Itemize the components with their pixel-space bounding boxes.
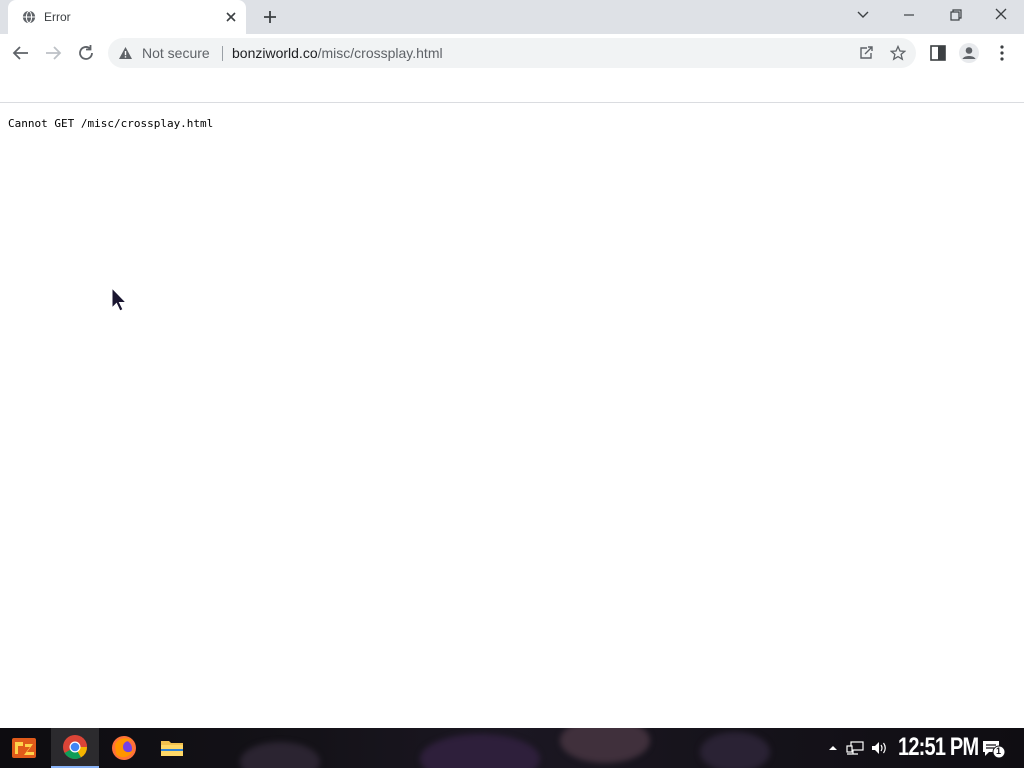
wallpaper-shape — [240, 742, 320, 768]
address-bar[interactable]: Not secure bonziworld.co/misc/crossplay.… — [108, 38, 916, 68]
taskbar-clock[interactable]: 12:51 PM — [898, 733, 979, 762]
taskbar-file-explorer[interactable] — [148, 728, 196, 768]
security-label[interactable]: Not secure — [142, 45, 210, 61]
url-path: /misc/crossplay.html — [317, 45, 443, 61]
notification-center-button[interactable]: 1 — [980, 738, 1008, 760]
wallpaper-shape — [700, 732, 770, 768]
warning-icon[interactable] — [118, 46, 133, 60]
chrome-icon — [63, 735, 87, 760]
error-message: Cannot GET /misc/crossplay.html — [8, 117, 214, 130]
url-text[interactable]: bonziworld.co/misc/crossplay.html — [232, 45, 443, 61]
url-host: bonziworld.co — [232, 45, 318, 61]
chevron-down-icon[interactable] — [849, 4, 877, 26]
arrow-right-icon[interactable] — [42, 42, 64, 64]
bookmarks-bar — [0, 72, 1024, 103]
network-icon[interactable] — [846, 740, 864, 756]
minimize-icon[interactable] — [895, 4, 923, 26]
tab-close-icon[interactable] — [224, 10, 238, 24]
kebab-menu-icon[interactable] — [991, 42, 1013, 64]
page-content: Cannot GET /misc/crossplay.html — [0, 104, 1024, 728]
mouse-cursor-icon — [111, 287, 128, 312]
volume-icon[interactable] — [870, 740, 888, 756]
start-button[interactable] — [0, 728, 48, 768]
plus-icon[interactable] — [260, 7, 280, 27]
share-icon[interactable] — [858, 45, 874, 61]
restore-icon[interactable] — [941, 4, 969, 26]
tab-error[interactable]: Error — [8, 0, 246, 34]
chevron-up-icon[interactable] — [824, 740, 842, 756]
tab-strip: Error — [0, 0, 1024, 34]
side-panel-icon[interactable] — [927, 42, 949, 64]
wallpaper-shape — [420, 734, 540, 768]
firefox-icon — [112, 736, 136, 760]
arrow-left-icon[interactable] — [10, 42, 32, 64]
globe-icon — [22, 10, 36, 24]
notification-count: 1 — [996, 746, 1002, 756]
omnibox-divider — [222, 46, 223, 61]
wallpaper-shape — [560, 728, 650, 763]
profile-icon[interactable] — [958, 42, 980, 64]
start-icon — [12, 738, 36, 758]
close-icon[interactable] — [987, 4, 1015, 26]
tab-title: Error — [44, 10, 71, 24]
taskbar-chrome[interactable] — [51, 728, 99, 768]
reload-icon[interactable] — [75, 42, 97, 64]
star-icon[interactable] — [890, 45, 906, 61]
notification-icon — [983, 741, 1006, 759]
browser-toolbar: Not secure bonziworld.co/misc/crossplay.… — [0, 34, 1024, 72]
folder-icon — [161, 741, 183, 756]
taskbar-firefox[interactable] — [100, 728, 148, 768]
taskbar: 12:51 PM 1 — [0, 728, 1024, 768]
